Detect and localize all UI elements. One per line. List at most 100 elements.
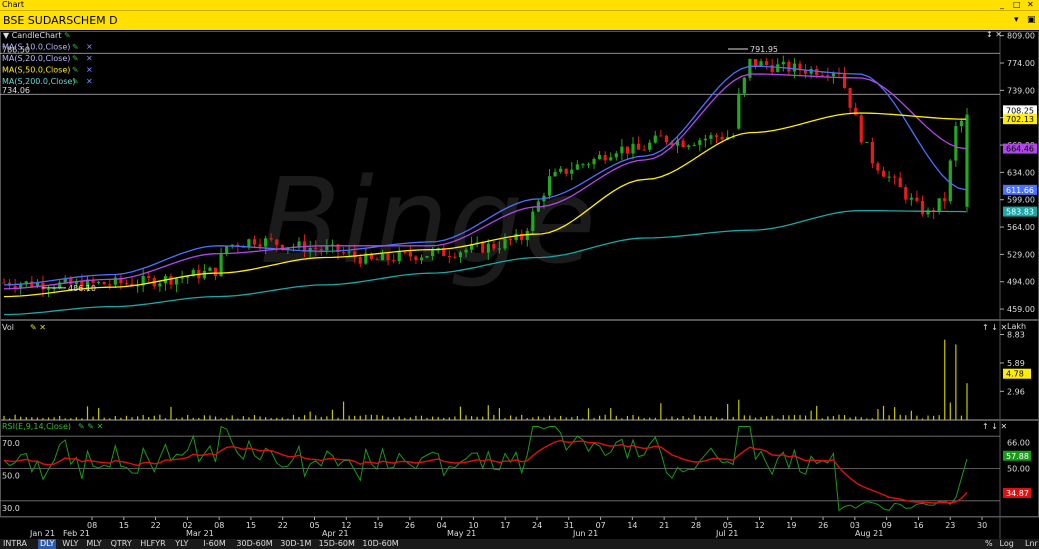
candle-body [737, 93, 741, 129]
intraday-10d-60m[interactable]: 10D-60M [362, 539, 398, 549]
candle-body [770, 65, 774, 72]
candle-body [781, 61, 785, 65]
timeframe-dly[interactable]: DLY [38, 539, 57, 549]
x-day-label: 05 [310, 521, 320, 530]
volume-tick-label: 5.89 [1007, 359, 1025, 368]
candle-body [636, 143, 641, 150]
panel-controls-icon: ↕ ✕ [986, 30, 1002, 39]
peak-label: 791.95 [750, 45, 778, 54]
candle-body [124, 283, 129, 285]
timeframe-hlfyr[interactable]: HLFYR [140, 539, 166, 549]
x-day-label: 14 [627, 521, 637, 530]
price-tick-label: 809.00 [1007, 32, 1035, 41]
last-value-label: 583.83 [1006, 208, 1034, 217]
timeframe-yly[interactable]: YLY [175, 539, 188, 549]
rsi-right-tick: 50.00 [1007, 465, 1030, 474]
intraday-30d-1m[interactable]: 30D-1M [280, 539, 311, 549]
x-day-label: 24 [532, 521, 542, 530]
candle-body [514, 233, 518, 241]
candle-body [169, 276, 173, 285]
rsi-left-tick: 50.0 [2, 472, 20, 481]
candle-body [497, 248, 502, 250]
legend-item: ▼ CandleChart [3, 31, 61, 40]
candle-body [97, 281, 101, 283]
price-tick-label: 494.00 [1007, 278, 1035, 287]
x-day-label: 22 [151, 521, 161, 530]
candle-body [386, 253, 390, 261]
legend-item: MA(S,200.0,Close) [2, 77, 75, 86]
x-month-label: Feb 21 [63, 529, 90, 538]
timeframe-mly[interactable]: MLY [86, 539, 101, 549]
rsi-last-label: 34.87 [1006, 489, 1029, 498]
price-tick-label: 634.00 [1007, 168, 1035, 177]
rsi-right-tick: 66.00 [1007, 439, 1030, 448]
candle-body [620, 146, 624, 154]
candle-body [681, 140, 685, 148]
candle-body [948, 160, 952, 202]
candle-body [252, 239, 257, 245]
candle-body [347, 251, 351, 253]
timeframe-qtry[interactable]: QTRY [111, 539, 132, 549]
timeframe-intra[interactable]: INTRA [3, 539, 27, 549]
candle-body [642, 149, 646, 151]
edit-icon: ✎ [72, 54, 79, 63]
candle-body [158, 283, 162, 287]
scale-lnr[interactable]: Lnr [1025, 539, 1038, 549]
candle-body [508, 239, 513, 241]
candle-body [959, 120, 964, 127]
candle-body [815, 68, 819, 76]
candle-body [887, 176, 891, 178]
candle-body [481, 242, 485, 253]
candle-body [943, 198, 947, 202]
candle-body [826, 75, 830, 77]
rsi-left-tick: 30.0 [2, 504, 20, 513]
last-value-label: 611.66 [1006, 186, 1034, 195]
remove-icon: ✕ [86, 43, 93, 52]
x-day-label: 23 [945, 521, 955, 530]
candle-body [898, 177, 902, 188]
candle-body [920, 200, 925, 215]
remove-icon: ✕ [86, 54, 93, 63]
x-month-label: Apr 21 [322, 529, 349, 538]
chart-canvas[interactable]: 809.00774.00739.00704.00669.00634.00599.… [0, 0, 1039, 549]
candle-body [431, 250, 435, 257]
candle-body [870, 141, 874, 164]
volume-panel-controls: ↑ ↓ ✕ [982, 323, 1007, 332]
candle-body [108, 284, 112, 286]
x-day-label: 30 [977, 521, 987, 530]
candle-body [659, 135, 663, 137]
remove-icon: ✕ [86, 77, 93, 86]
x-month-label: Jul 21 [715, 529, 738, 538]
candle-body [937, 198, 941, 212]
candle-body [408, 251, 412, 257]
scale-log[interactable]: Log [1000, 539, 1014, 549]
candle-body [392, 260, 396, 262]
candle-body [698, 140, 702, 145]
volume-tick-label: 8.83 [1007, 330, 1025, 339]
candle-body [525, 230, 529, 241]
last-value-label: 702.13 [1006, 115, 1034, 124]
intraday-15d-60m[interactable]: 15D-60M [319, 539, 355, 549]
timeframe-wly[interactable]: WLY [62, 539, 78, 549]
candle-body [247, 239, 251, 247]
x-month-label: May 21 [447, 529, 476, 538]
candle-body [202, 270, 206, 279]
candle-body [102, 281, 106, 285]
candle-body [419, 257, 424, 261]
candle-body [742, 77, 746, 94]
candle-body [531, 211, 535, 231]
scale-percent[interactable]: % [985, 539, 993, 549]
candle-body [425, 256, 429, 258]
x-month-label: Jan 21 [29, 529, 55, 538]
candle-body [876, 163, 880, 171]
intraday-30d-60m[interactable]: 30D-60M [236, 539, 272, 549]
candle-body [375, 259, 379, 261]
candle-body [765, 61, 769, 66]
candle-body [314, 247, 318, 250]
candle-body [486, 243, 490, 253]
intraday-i-60m[interactable]: I-60M [203, 539, 225, 549]
edit-icon: ✎ [72, 66, 79, 75]
candle-body [325, 246, 329, 251]
candle-body [965, 114, 969, 207]
candle-body [831, 73, 836, 77]
